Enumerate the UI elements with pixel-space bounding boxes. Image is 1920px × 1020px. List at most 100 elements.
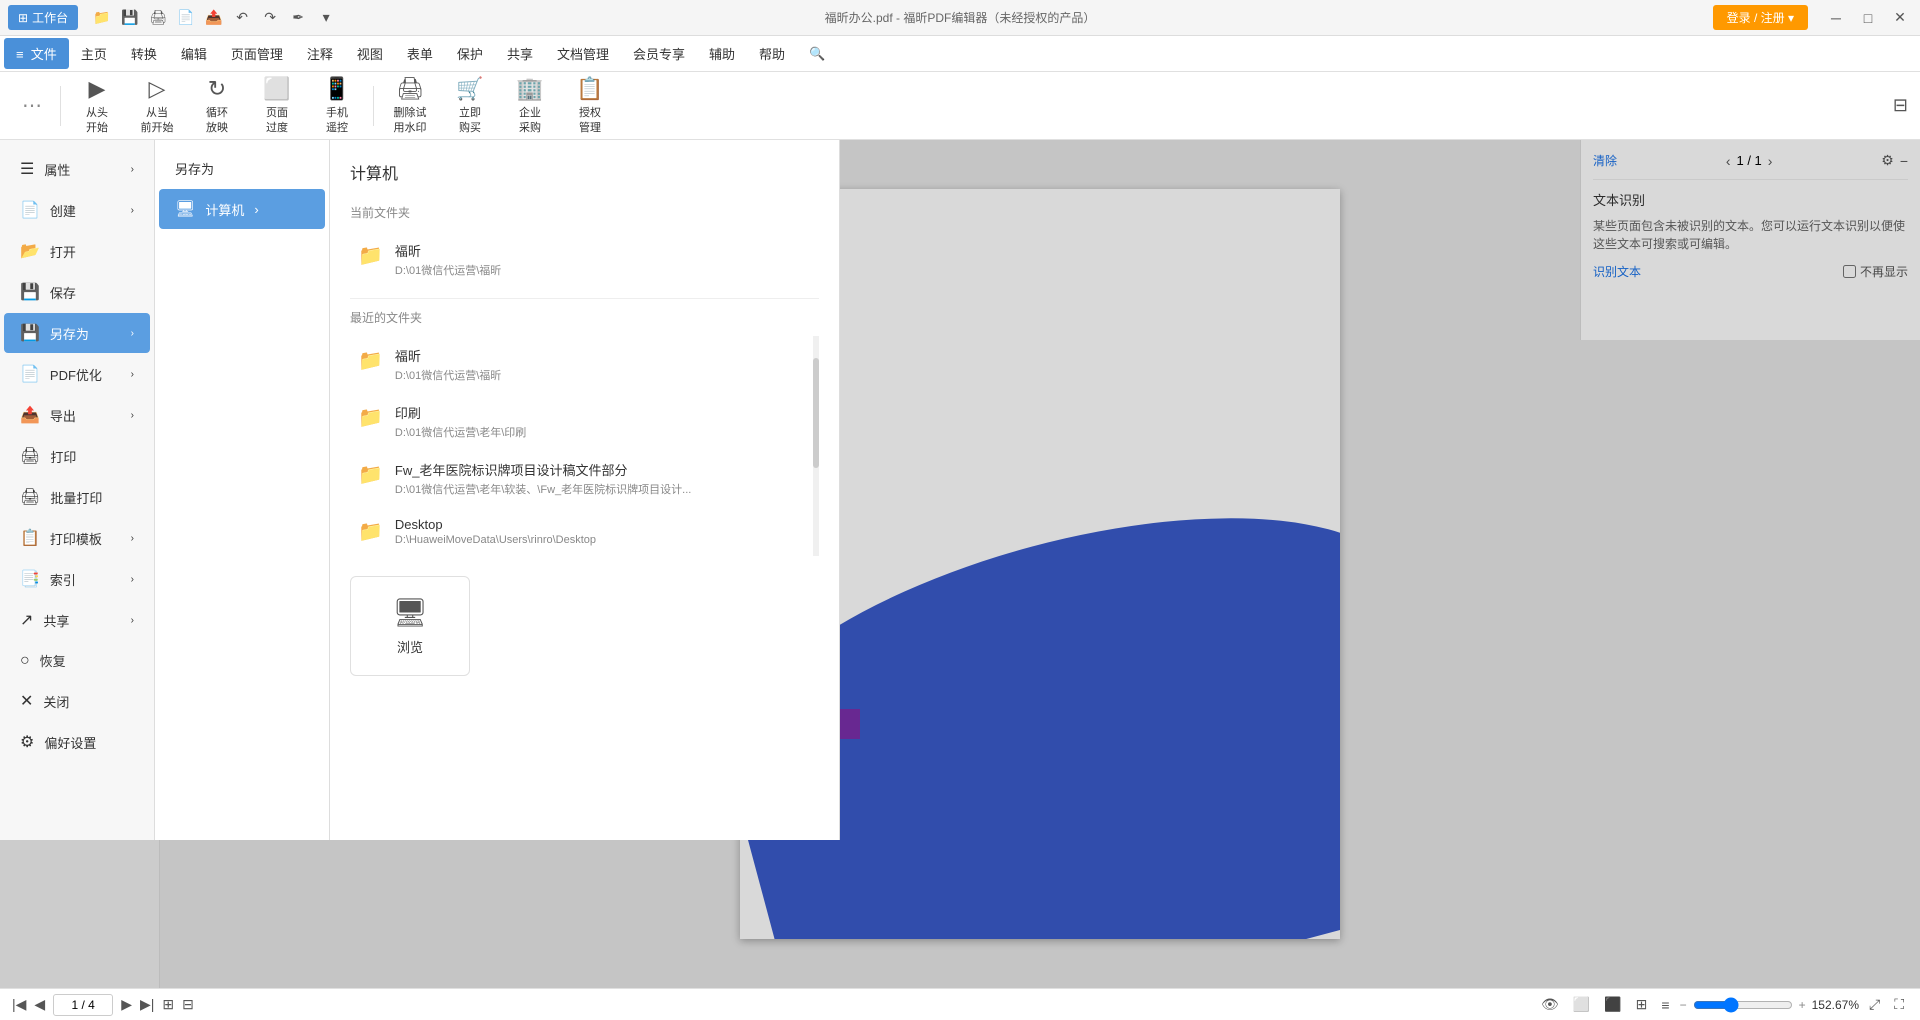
sign-icon[interactable]: ✒ [288, 8, 308, 28]
file-menu-open[interactable]: 📂 打开 [4, 231, 150, 271]
menu-view[interactable]: 视图 [345, 38, 395, 69]
menu-docmgmt[interactable]: 文档管理 [545, 38, 621, 69]
workbench-button[interactable]: ⊞ 工作台 [8, 5, 78, 30]
next-page-button[interactable]: › [1768, 153, 1773, 169]
export-icon[interactable]: 📤 [204, 8, 224, 28]
zoom-plus[interactable]: + [1799, 998, 1806, 1012]
current-folder-name-0: 福昕 [395, 241, 501, 260]
recognition-link[interactable]: 识别文本 [1593, 263, 1641, 280]
current-folder-item-0[interactable]: 📁 福昕 D:\01微信代运营\福昕 [350, 231, 819, 288]
file-menu-saveas[interactable]: 💾 另存为 › [4, 313, 150, 353]
recent-folder-item-3[interactable]: 📁 Desktop D:\HuaweiMoveData\Users\rinro\… [350, 507, 819, 556]
divider2 [350, 298, 819, 299]
file-menu-create[interactable]: 📄 创建 › [4, 190, 150, 230]
saveas-computer[interactable]: 🖥 计算机 › [159, 189, 325, 229]
enterprise-label: 企业采购 [519, 106, 541, 135]
toolbar-right: ⊟ [1893, 95, 1908, 116]
file-menu-index[interactable]: 📑 索引 › [4, 559, 150, 599]
file-menu-pdfopt[interactable]: 📄 PDF优化 › [4, 354, 150, 394]
maximize-button[interactable]: □ [1856, 6, 1880, 30]
pdfopt-label: PDF优化 [50, 365, 102, 384]
recent-folder-item-1[interactable]: 📁 印刷 D:\01微信代运营\老年\印刷 [350, 393, 819, 450]
scrollbar-thumb[interactable] [813, 358, 819, 468]
menu-form[interactable]: 表单 [395, 38, 445, 69]
menu-edit[interactable]: 编辑 [169, 38, 219, 69]
file-menu-properties[interactable]: ☰ 属性 › [4, 149, 150, 189]
scroll-page-button[interactable]: ≡ [1657, 995, 1673, 1015]
print-icon[interactable]: 🖨 [148, 8, 168, 28]
add-page-button[interactable]: ⊞ [162, 996, 174, 1013]
fit-width-button[interactable]: ⤢ [1865, 994, 1884, 1015]
file-menu-print[interactable]: 🖨 打印 [4, 436, 150, 476]
enterprise-button[interactable]: 🏢 企业采购 [502, 76, 558, 136]
file-menu-export[interactable]: 📤 导出 › [4, 395, 150, 435]
browse-button[interactable]: 🖥 浏览 [350, 576, 470, 676]
login-button[interactable]: 登录 / 注册 ▾ [1713, 5, 1808, 30]
no-show-checkbox[interactable] [1843, 265, 1856, 278]
file-menu-printtemplate[interactable]: 📋 打印模板 › [4, 518, 150, 558]
recent-folder-item-0[interactable]: 📁 福昕 D:\01微信代运营\福昕 [350, 336, 819, 393]
first-page-button[interactable]: |◀ [12, 996, 26, 1013]
prev-page-nav-button[interactable]: ◀ [34, 996, 45, 1013]
open-file-icon[interactable]: 📁 [92, 8, 112, 28]
remote-button[interactable]: 📱 手机遥控 [309, 76, 365, 136]
close-button[interactable]: ✕ [1888, 6, 1912, 30]
undo-icon[interactable]: ↶ [232, 8, 252, 28]
down-icon[interactable]: ▾ [316, 8, 336, 28]
prev-page-button[interactable]: ‹ [1726, 153, 1731, 169]
titlebar: ⊞ 工作台 📁 💾 🖨 📄 📤 ↶ ↷ ✒ ▾ 福昕办公.pdf - 福昕PDF… [0, 0, 1920, 36]
watermark-button[interactable]: 🖨 删除试用水印 [382, 76, 438, 136]
collapse-panel-button[interactable]: − [1900, 153, 1908, 169]
collapse-icon[interactable]: ⊟ [1893, 95, 1908, 116]
fromstart-button[interactable]: ▶ 从头开始 [69, 76, 125, 136]
menu-page[interactable]: 页面管理 [219, 38, 295, 69]
redo-icon[interactable]: ↷ [260, 8, 280, 28]
menu-share[interactable]: 共享 [495, 38, 545, 69]
zoom-slider[interactable] [1693, 997, 1793, 1013]
saveas-anothersave[interactable]: 另存为 [159, 149, 325, 188]
page-input[interactable] [53, 994, 113, 1016]
menu-search[interactable]: 🔍 [797, 40, 837, 68]
file-menu-prefs[interactable]: ⚙ 偏好设置 [4, 722, 150, 762]
next-page-nav-button[interactable]: ▶ [121, 996, 132, 1013]
saveas-icon: 💾 [20, 323, 40, 343]
transition-button[interactable]: ⬜ 页面过度 [249, 76, 305, 136]
fullscreen-button[interactable]: ⛶ [1890, 994, 1908, 1015]
menu-help[interactable]: 帮助 [747, 38, 797, 69]
file-menu-recover[interactable]: ○ 恢复 [4, 641, 150, 680]
menu-home[interactable]: 主页 [69, 38, 119, 69]
eye-view-button[interactable]: 👁 [1537, 994, 1563, 1015]
recent-folder-item-2[interactable]: 📁 Fw_老年医院标识牌项目设计稿文件部分 D:\01微信代运营\老年\软装、\… [350, 450, 819, 507]
file-menu-save[interactable]: 💾 保存 [4, 272, 150, 312]
save-icon[interactable]: 💾 [120, 8, 140, 28]
minimize-button[interactable]: ─ [1824, 6, 1848, 30]
single-page-button[interactable]: ⬜ [1569, 994, 1594, 1015]
clear-button[interactable]: 清除 [1593, 152, 1617, 169]
menu-protect[interactable]: 保护 [445, 38, 495, 69]
zoom-minus[interactable]: − [1680, 998, 1687, 1012]
file-menu-batchprint[interactable]: 🖨 批量打印 [4, 477, 150, 517]
extract-page-button[interactable]: ⊟ [182, 996, 194, 1013]
settings-icon[interactable]: ⚙ [1881, 152, 1894, 169]
export-arrow: › [131, 410, 134, 421]
file-menu-share[interactable]: ↗ 共享 › [4, 600, 150, 640]
file-menu-close[interactable]: ✕ 关闭 [4, 681, 150, 721]
watermark-icon: 🖨 [396, 76, 424, 102]
file-menu: ☰ 属性 › 📄 创建 › 📂 打开 💾 保存 💾 另存为 › 📄 PDF优化 … [0, 140, 155, 840]
menu-member[interactable]: 会员专享 [621, 38, 697, 69]
divider [1593, 179, 1908, 180]
double-page-button[interactable]: ⬛ [1600, 994, 1625, 1015]
recognition-title: 文本识别 [1593, 190, 1908, 209]
save2-icon[interactable]: 📄 [176, 8, 196, 28]
menu-assist[interactable]: 辅助 [697, 38, 747, 69]
fromcurrent-button[interactable]: ▷ 从当前开始 [129, 76, 185, 136]
last-page-button[interactable]: ▶| [140, 996, 154, 1013]
buy-button[interactable]: 🛒 立即购买 [442, 76, 498, 136]
folder-icon-recent-1: 📁 [358, 405, 383, 430]
license-button[interactable]: 📋 授权管理 [562, 76, 618, 136]
grid-page-button[interactable]: ⊞ [1632, 994, 1652, 1015]
loop-button[interactable]: ↻ 循环放映 [189, 76, 245, 136]
menu-file[interactable]: ≡ 文件 [4, 38, 69, 69]
menu-annotate[interactable]: 注释 [295, 38, 345, 69]
menu-convert[interactable]: 转换 [119, 38, 169, 69]
